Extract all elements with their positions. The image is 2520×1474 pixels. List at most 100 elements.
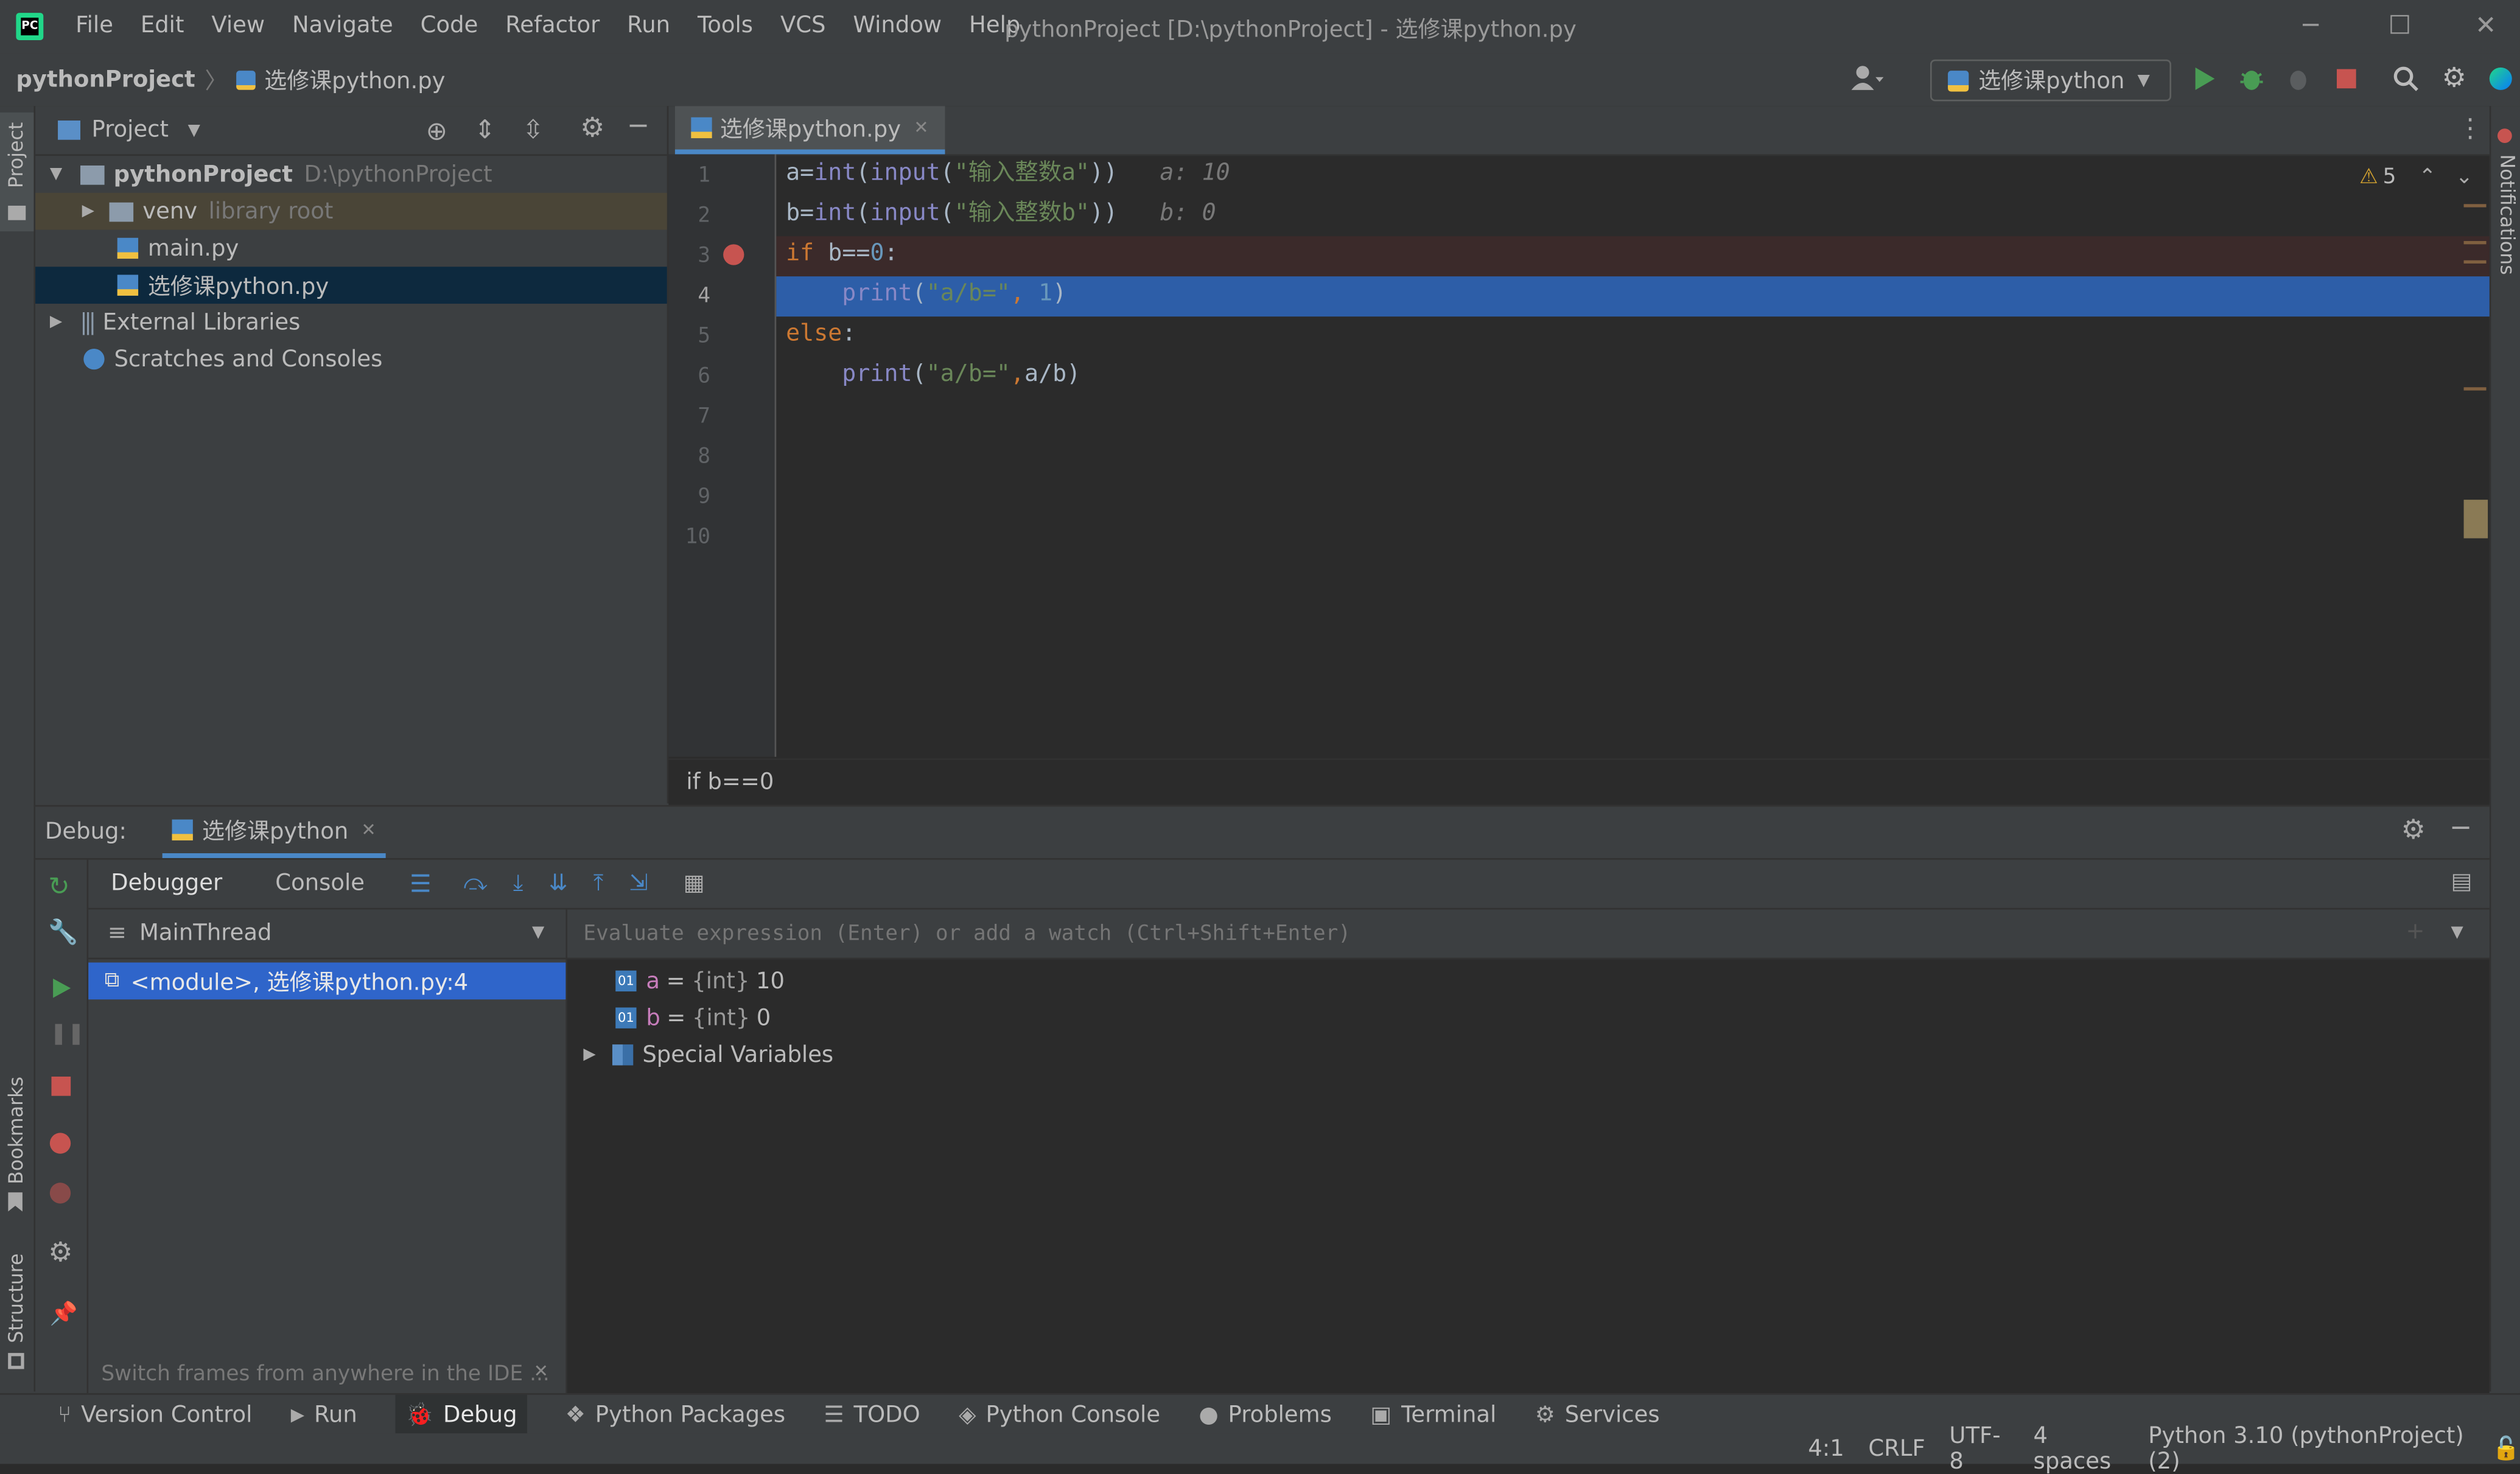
variable-row[interactable]: 01 a = {int} 10 [615,963,785,1000]
error-stripe-mark[interactable] [2463,241,2487,245]
stripe-notifications-label[interactable]: Notifications [2496,154,2518,274]
menu-refactor[interactable]: Refactor [505,13,600,38]
project-panel-title[interactable]: Project [91,117,168,143]
debug-button[interactable] [2234,61,2269,96]
menu-navigate[interactable]: Navigate [292,13,393,38]
layout-settings-icon[interactable]: ▤ [2451,869,2472,895]
tab-debugger[interactable]: Debugger [111,871,222,896]
project-view-dropdown-icon[interactable]: ▼ [188,121,200,139]
notification-bell-icon[interactable] [2497,128,2512,143]
code-area[interactable]: a=int(input("输入整数a")) a: 10 b=int(input(… [668,154,2489,756]
breadcrumb-file[interactable]: 选修课python.py [264,65,445,97]
add-watch-icon[interactable]: + [2406,919,2425,945]
menu-run[interactable]: Run [627,13,670,38]
menu-window[interactable]: Window [853,13,942,38]
stop-icon[interactable] [51,1077,71,1096]
gear-icon[interactable]: ⚙ [48,1237,72,1270]
special-variables-row[interactable]: ▶ Special Variables [583,1036,833,1074]
locate-file-icon[interactable]: ⊕ [426,116,447,146]
watch-input-row: + ▼ [567,909,2490,960]
step-over-icon[interactable]: ⤼ [463,871,488,896]
scrollbar-thumb[interactable] [2463,500,2488,539]
menu-code[interactable]: Code [421,13,478,38]
gear-icon[interactable]: ⚙ [2401,815,2426,847]
settings-button[interactable]: ⚙ [2437,61,2472,96]
python-interpreter[interactable]: Python 3.10 (pythonProject) (2) [2148,1423,2473,1474]
expand-all-icon[interactable]: ⇕ [474,114,495,144]
menu-view[interactable]: View [211,13,265,38]
tool-run[interactable]: ▶ Run [291,1402,357,1428]
mute-breakpoints-icon[interactable] [49,1182,71,1204]
close-tab-icon[interactable]: ✕ [914,117,928,138]
debug-session-tab[interactable]: 选修课python ✕ [162,806,386,858]
code-with-me-button[interactable] [2483,61,2518,96]
step-out-icon[interactable]: ⤒ [593,871,603,896]
run-button[interactable] [2187,61,2222,96]
stop-button[interactable] [2329,61,2364,96]
hide-panel-icon[interactable]: ─ [2452,813,2469,845]
show-execution-point-icon[interactable]: ☰ [410,869,432,898]
caret-position[interactable]: 4:1 [1808,1436,1844,1461]
collapse-all-icon[interactable]: ⇳ [522,114,544,144]
pin-icon[interactable]: 📌 [50,1302,78,1327]
view-breakpoints-icon[interactable] [49,1133,71,1154]
attach-debugger-button[interactable] [2282,61,2317,96]
tool-version-control[interactable]: ⑂ Version Control [58,1402,252,1428]
thread-select[interactable]: ≡ MainThread ▼ [88,909,566,960]
breadcrumb-project[interactable]: pythonProject [16,68,195,93]
menu-edit[interactable]: Edit [141,13,184,38]
error-stripe-mark[interactable] [2463,204,2487,208]
tool-python-packages[interactable]: ❖ Python Packages [565,1402,785,1428]
editor-tab[interactable]: 选修课python.py ✕ [674,106,945,155]
step-into-my-code-icon[interactable]: ⇊ [549,871,568,896]
stripe-structure-tab[interactable]: Structure [0,1247,33,1375]
error-stripe-mark[interactable] [2463,387,2487,391]
gear-icon[interactable]: ⚙ [580,113,604,145]
search-everywhere-button[interactable] [2388,61,2423,96]
wrench-icon[interactable]: 🔧 [48,918,78,947]
tree-item-selected-file[interactable]: 选修课python.py [35,267,667,304]
run-configuration-select[interactable]: 选修课python ▼ [1930,59,2172,102]
menu-tools[interactable]: Tools [698,13,753,38]
run-to-cursor-icon[interactable]: ⇲ [629,871,648,896]
rerun-icon[interactable]: ↻ [48,871,69,901]
line-separator[interactable]: CRLF [1868,1436,1925,1461]
menu-file[interactable]: File [75,13,113,38]
code-breadcrumb[interactable]: if b==0 [686,770,774,795]
tab-console[interactable]: Console [275,871,365,896]
tool-problems[interactable]: ● Problems [1199,1402,1331,1428]
resume-icon[interactable] [51,977,72,999]
maximize-icon[interactable]: ☐ [2388,10,2411,40]
evaluate-expression-icon[interactable]: ▦ [684,871,705,896]
stripe-project-tab[interactable]: Project [0,112,34,232]
tool-todo[interactable]: ☰ TODO [824,1402,920,1428]
more-options-icon[interactable]: ⋮ [2457,113,2483,143]
indent-setting[interactable]: 4 spaces [2034,1423,2124,1474]
hide-panel-icon[interactable]: ─ [630,111,646,143]
stack-frame-item[interactable]: ⧉ <module>, 选修课python.py:4 [88,962,566,1000]
error-stripe-mark[interactable] [2463,260,2487,264]
tree-item-external-libraries[interactable]: ▶ ||| External Libraries [35,304,667,341]
lock-icon[interactable]: 🔓 [2492,1436,2520,1461]
close-hint-icon[interactable]: ✕ [534,1361,548,1381]
tree-item-venv[interactable]: ▶ venv library root [35,192,667,230]
account-button[interactable] [1848,63,1884,95]
step-into-icon[interactable]: ⤓ [513,871,523,896]
tool-debug[interactable]: 🐞 Debug [396,1394,527,1435]
tree-item-scratches[interactable]: Scratches and Consoles [35,341,667,378]
tool-services[interactable]: ⚙ Services [1535,1402,1660,1428]
stripe-bookmarks-tab[interactable]: Bookmarks [0,1070,33,1215]
menu-vcs[interactable]: VCS [780,13,826,38]
minimize-icon[interactable]: ─ [2303,10,2319,40]
chevron-down-icon[interactable]: ▼ [2451,924,2463,941]
variable-row[interactable]: 01 b = {int} 0 [615,999,771,1036]
close-tab-icon[interactable]: ✕ [361,820,376,840]
evaluate-expression-input[interactable] [580,920,2387,948]
tool-python-console[interactable]: ◈ Python Console [959,1402,1160,1428]
file-encoding[interactable]: UTF-8 [1949,1423,2009,1474]
tree-item-main-py[interactable]: main.py [35,230,667,267]
tree-item-project-root[interactable]: ▼ pythonProject D:\pythonProject [35,156,667,193]
tool-terminal[interactable]: ▣ Terminal [1370,1402,1496,1428]
close-window-icon[interactable]: ✕ [2475,10,2496,40]
pause-icon[interactable]: ❚❚ [50,1022,85,1046]
